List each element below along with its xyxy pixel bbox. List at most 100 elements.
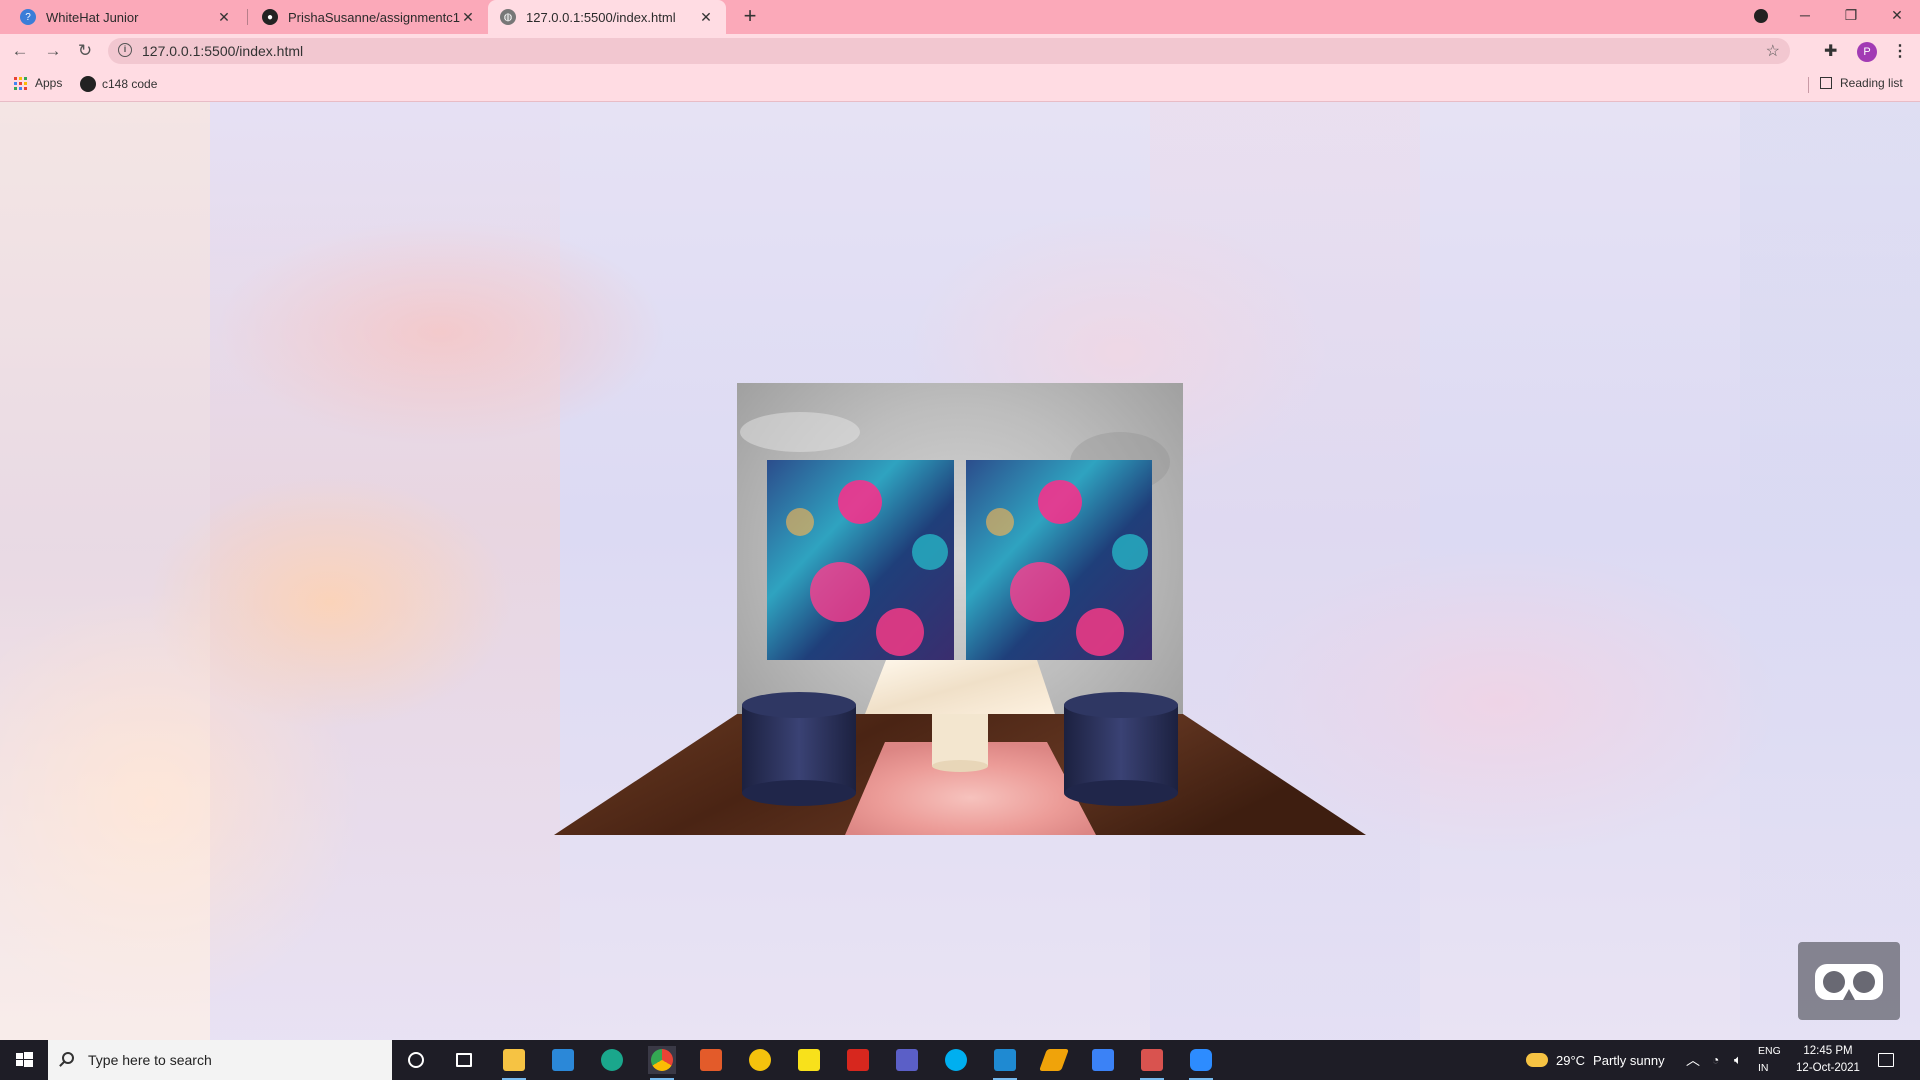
chrome-icon [651, 1049, 673, 1071]
start-button[interactable] [0, 1040, 48, 1080]
bookmark-apps[interactable]: Apps [14, 76, 62, 90]
tray-overflow-icon[interactable]: ︿ [1686, 1040, 1700, 1080]
browser-toolbar: ← → ↻ i 127.0.0.1:5500/index.html ☆ ✚ P … [0, 34, 1920, 68]
bookmark-c148-code[interactable]: c148 code [80, 76, 157, 92]
network-icon[interactable]: ◔ [1712, 1040, 1719, 1080]
task-view-icon [456, 1053, 472, 1067]
office-icon [700, 1049, 722, 1071]
weather-widget[interactable]: 29°C Partly sunny [1526, 1040, 1665, 1080]
bookmark-label: c148 code [102, 77, 158, 91]
acrobat-icon [847, 1049, 869, 1071]
aframe-viewport[interactable] [0, 102, 1920, 1040]
clock-date: 12-Oct-2021 [1796, 1062, 1860, 1074]
reading-list-button[interactable]: Reading list [1820, 76, 1903, 90]
tab-close-icon[interactable]: ✕ [698, 9, 714, 26]
paint-app-button[interactable] [1138, 1046, 1166, 1080]
teams-icon [896, 1049, 918, 1071]
file-explorer-button[interactable] [500, 1046, 528, 1080]
tab-close-icon[interactable]: ✕ [460, 9, 476, 26]
clock-time: 12:45 PM [1803, 1045, 1853, 1057]
tab-whitehat[interactable]: ? WhiteHat Junior ✕ [8, 0, 244, 34]
todo-icon [1092, 1049, 1114, 1071]
zoom-button[interactable] [1187, 1046, 1215, 1080]
task-view-button[interactable] [450, 1046, 478, 1074]
teams-button[interactable] [893, 1046, 921, 1074]
search-icon [62, 1052, 74, 1064]
sticky-notes-button[interactable] [795, 1046, 823, 1074]
tab-strip: ? WhiteHat Junior ✕ ● PrishaSusanne/assi… [0, 0, 1920, 34]
clock[interactable]: 12:45 PM 12-Oct-2021 [1790, 1043, 1866, 1077]
tab-title: 127.0.0.1:5500/index.html [526, 9, 676, 25]
tab-title: WhiteHat Junior [46, 9, 139, 25]
forward-button[interactable]: → [41, 39, 65, 63]
vr-mode-button[interactable] [1798, 942, 1900, 1020]
edge-button[interactable] [598, 1046, 626, 1074]
notifications-button[interactable] [1878, 1040, 1894, 1080]
minimize-button[interactable]: ─ [1782, 0, 1828, 30]
address-url[interactable]: 127.0.0.1:5500/index.html [142, 43, 303, 59]
chrome-button[interactable] [648, 1046, 676, 1080]
sticky-notes-icon [798, 1049, 820, 1071]
vr-headset-icon [1815, 964, 1883, 1000]
zoom-icon [1190, 1049, 1212, 1071]
todo-button[interactable] [1089, 1046, 1117, 1074]
reading-list-icon [1820, 77, 1832, 89]
reading-list-label: Reading list [1840, 76, 1903, 90]
emoji-app-button[interactable] [746, 1046, 774, 1074]
menu-kebab-icon[interactable]: ⋮ [1892, 41, 1908, 61]
tab-title: PrishaSusanne/assignmentc147: c [288, 9, 460, 25]
close-window-button[interactable]: ✕ [1874, 0, 1920, 30]
emoji-app-icon [749, 1049, 771, 1071]
restore-button[interactable]: ❐ [1828, 0, 1874, 30]
reload-button[interactable]: ↻ [73, 39, 97, 63]
tab-localhost[interactable]: ◍ 127.0.0.1:5500/index.html ✕ [488, 0, 726, 34]
painting-right [966, 460, 1152, 660]
paint-app-icon [1141, 1049, 1163, 1071]
edge-icon [601, 1049, 623, 1071]
pouf-left [742, 692, 856, 806]
cortana-icon [408, 1052, 424, 1068]
scene-canvas [554, 383, 1366, 835]
bookmark-star-icon[interactable]: ☆ [1766, 41, 1780, 61]
bookmark-label: Apps [35, 76, 63, 90]
acrobat-button[interactable] [844, 1046, 872, 1074]
skype-icon [945, 1049, 967, 1071]
pen-app-button[interactable] [1038, 1046, 1070, 1074]
taskbar-search[interactable]: Type here to search [48, 1040, 392, 1080]
painting-left [767, 460, 954, 660]
tab-github[interactable]: ● PrishaSusanne/assignmentc147: c ✕ [250, 0, 488, 34]
windows-taskbar: Type here to search 29°C Partly sunny ︿ … [0, 1040, 1920, 1080]
tab-close-icon[interactable]: ✕ [216, 9, 232, 26]
vscode-button[interactable] [991, 1046, 1019, 1080]
back-button[interactable]: ← [8, 39, 32, 63]
vscode-icon [994, 1049, 1016, 1071]
pen-app-icon [1038, 1049, 1070, 1071]
site-info-icon[interactable]: i [118, 43, 132, 57]
volume-icon[interactable]: 🔈︎ [1734, 1040, 1742, 1080]
globe-favicon: ◍ [500, 9, 516, 25]
windows-logo-icon [16, 1052, 33, 1067]
github-icon [80, 76, 96, 92]
wall-texture [740, 412, 860, 452]
address-bar[interactable]: i 127.0.0.1:5500/index.html ☆ [108, 38, 1790, 64]
extensions-icon[interactable]: ✚ [1824, 41, 1837, 61]
cortana-button[interactable] [402, 1046, 430, 1074]
bookmarks-bar: Apps c148 code Reading list [0, 68, 1920, 102]
weather-condition: Partly sunny [1593, 1052, 1665, 1068]
new-tab-button[interactable]: + [738, 5, 762, 29]
tab-search-button[interactable] [1738, 0, 1784, 30]
store-button[interactable] [549, 1046, 577, 1074]
weather-icon [1526, 1053, 1548, 1067]
language-indicator[interactable]: ENG IN [1758, 1043, 1781, 1077]
search-placeholder[interactable]: Type here to search [88, 1052, 212, 1068]
pouf-right [1064, 692, 1178, 806]
language-code: ENG [1758, 1045, 1781, 1057]
profile-avatar[interactable]: P [1857, 42, 1877, 62]
store-icon [552, 1049, 574, 1071]
office-button[interactable] [697, 1046, 725, 1074]
apps-grid-icon [14, 76, 27, 90]
region-code: IN [1758, 1062, 1769, 1074]
file-explorer-icon [503, 1049, 525, 1071]
github-favicon: ● [262, 9, 278, 25]
skype-button[interactable] [942, 1046, 970, 1074]
